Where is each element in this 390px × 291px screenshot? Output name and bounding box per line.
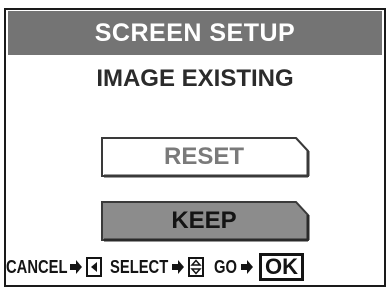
reset-option-label: RESET: [163, 143, 244, 170]
button-guide-bar: CANCEL SELECT GO OK: [6, 253, 386, 281]
go-label: GO: [214, 256, 237, 277]
camera-menu-screen: SCREEN SETUP IMAGE EXISTING RESET KEEP C…: [0, 0, 390, 291]
arrow-right-icon: [70, 260, 82, 274]
arrow-right-icon: [172, 260, 185, 274]
left-key-icon: [86, 257, 102, 277]
keep-option-button[interactable]: KEEP: [99, 199, 313, 243]
cancel-label: CANCEL: [6, 256, 68, 277]
prompt-heading: IMAGE EXISTING: [96, 65, 294, 92]
keep-option-label: KEEP: [171, 207, 237, 234]
ok-key-icon: OK: [259, 253, 305, 281]
up-down-key-icon: [188, 257, 205, 277]
menu-title-bar: SCREEN SETUP: [8, 11, 382, 55]
arrow-right-icon: [241, 260, 254, 274]
select-label: SELECT: [110, 256, 169, 277]
menu-title: SCREEN SETUP: [94, 18, 296, 47]
reset-option-button[interactable]: RESET: [99, 135, 313, 179]
